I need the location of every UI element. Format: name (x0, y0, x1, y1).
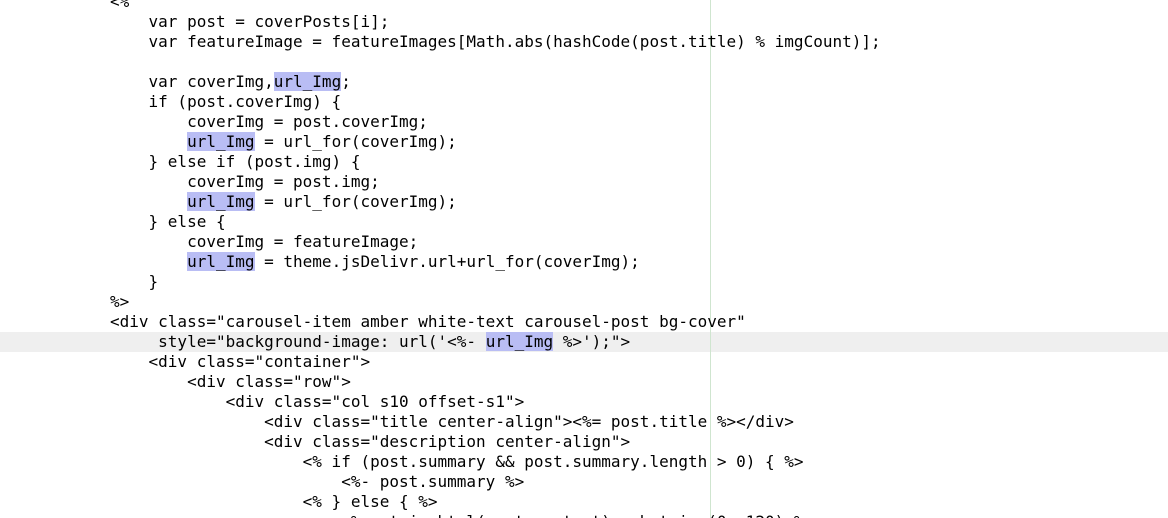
code-token: if (post.coverImg) { (110, 92, 342, 111)
code-line[interactable]: <div class="description center-align"> (110, 432, 630, 452)
code-line[interactable]: url_Img = theme.jsDelivr.url+url_for(cov… (110, 252, 640, 272)
code-line[interactable]: coverImg = post.coverImg; (110, 112, 428, 132)
code-line[interactable]: var featureImage = featureImages[Math.ab… (110, 32, 881, 52)
code-token: } else if (post.img) { (110, 152, 361, 171)
code-line[interactable]: coverImg = featureImage; (110, 232, 418, 252)
code-token: } (110, 272, 159, 291)
code-line[interactable]: } else if (post.img) { (110, 152, 361, 172)
code-line[interactable]: } else { (110, 212, 226, 232)
code-token: coverImg = post.img; (110, 172, 380, 191)
code-line[interactable]: url_Img = url_for(coverImg); (110, 132, 457, 152)
code-token: %>');"> (553, 332, 631, 351)
occurrence-highlight: url_Img (273, 72, 342, 91)
code-token: style="background-image: url('<%- (110, 332, 486, 351)
code-token: <%- post.summary %> (110, 472, 525, 491)
code-line[interactable]: <%- post.summary %> (110, 472, 524, 492)
code-line[interactable]: <%- strip_html(post.content).substring(0… (110, 512, 813, 518)
code-token: } else { (110, 212, 226, 231)
code-line[interactable]: if (post.coverImg) { (110, 92, 342, 112)
code-line[interactable]: } (110, 272, 159, 292)
occurrence-highlight: url_Img (187, 132, 255, 151)
code-token: <% } else { %> (110, 492, 438, 511)
code-line[interactable]: coverImg = post.img; (110, 172, 380, 192)
code-line[interactable]: <% } else { %> (110, 492, 438, 512)
code-token: <% if (post.summary && post.summary.leng… (110, 452, 804, 471)
code-editor[interactable]: <% var post = coverPosts[i]; var feature… (0, 0, 1168, 518)
code-token: %> (110, 292, 130, 311)
code-token: var post = coverPosts[i]; (110, 12, 390, 31)
right-margin-guide (710, 0, 711, 518)
code-token: = url_for(coverImg); (254, 132, 457, 151)
code-token: ; (341, 72, 351, 91)
code-line[interactable]: var coverImg,url_Img; (110, 72, 351, 92)
code-token: var coverImg, (110, 72, 274, 91)
code-token: <%- strip_html(post.content).substring(0… (110, 512, 813, 518)
code-line[interactable]: <% if (post.summary && post.summary.leng… (110, 452, 804, 472)
code-line[interactable]: style="background-image: url('<%- url_Im… (110, 332, 630, 352)
code-line[interactable]: <div class="col s10 offset-s1"> (110, 392, 525, 412)
code-line[interactable]: <div class="title center-align"><%= post… (110, 412, 794, 432)
code-token: coverImg = featureImage; (110, 232, 419, 251)
code-token: <div class="row"> (110, 372, 351, 391)
code-token: <div class="description center-align"> (110, 432, 631, 451)
code-line[interactable]: url_Img = url_for(coverImg); (110, 192, 457, 212)
code-token: <% (110, 0, 130, 11)
code-token: var featureImage = featureImages[Math.ab… (110, 32, 881, 51)
code-line[interactable]: <div class="container"> (110, 352, 371, 372)
code-token: coverImg = post.coverImg; (110, 112, 428, 131)
code-token: <div class="container"> (110, 352, 371, 371)
code-line[interactable]: var post = coverPosts[i]; (110, 12, 390, 32)
occurrence-highlight: url_Img (187, 192, 255, 211)
code-line[interactable]: <% (110, 0, 129, 12)
code-line[interactable]: %> (110, 292, 129, 312)
occurrence-highlight: url_Img (187, 252, 255, 271)
code-line[interactable]: <div class="carousel-item amber white-te… (110, 312, 746, 332)
code-token: <div class="title center-align"><%= post… (110, 412, 794, 431)
occurrence-highlight: url_Img (485, 332, 554, 351)
code-line[interactable]: <div class="row"> (110, 372, 351, 392)
code-token: = url_for(coverImg); (254, 192, 457, 211)
code-token: <div class="col s10 offset-s1"> (110, 392, 525, 411)
code-token: <div class="carousel-item amber white-te… (110, 312, 746, 331)
code-token: = theme.jsDelivr.url+url_for(coverImg); (254, 252, 640, 271)
